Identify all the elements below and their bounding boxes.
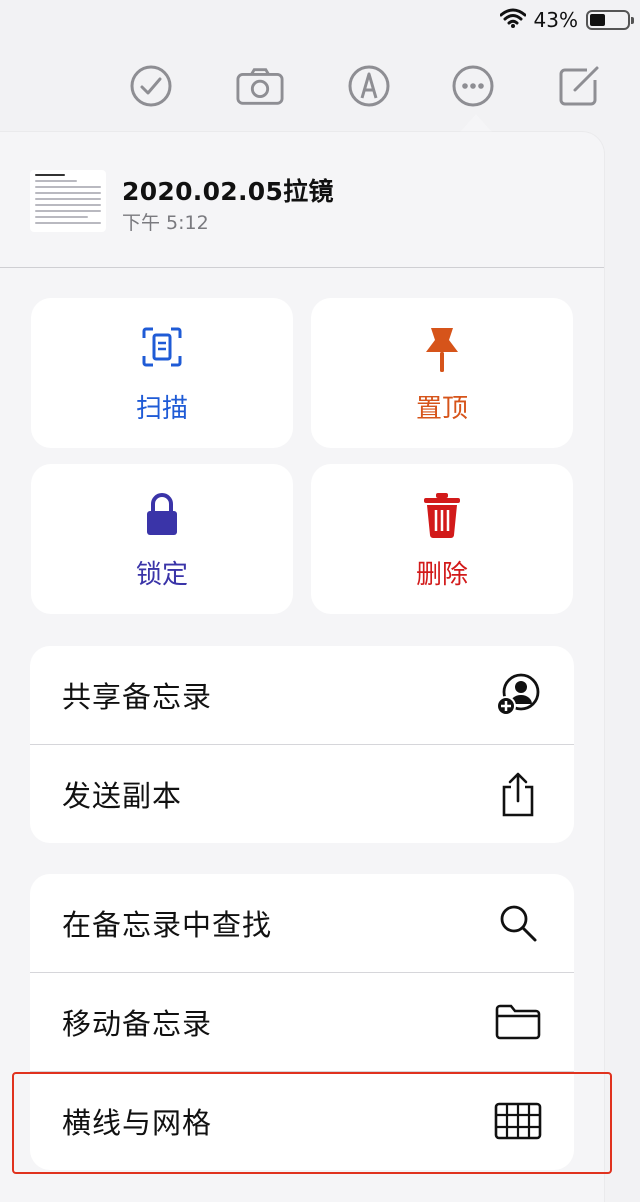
send-copy-label: 发送副本 — [62, 779, 183, 813]
battery-icon — [586, 10, 634, 30]
lock-icon — [147, 493, 177, 535]
camera-icon[interactable] — [236, 62, 284, 110]
popover-arrow — [460, 114, 492, 132]
share-icon — [494, 770, 542, 818]
move-note-item[interactable]: 移动备忘录 — [30, 972, 574, 1071]
share-person-icon — [494, 671, 542, 719]
find-in-note-item[interactable]: 在备忘录中查找 — [30, 874, 574, 972]
send-copy-item[interactable]: 发送副本 — [30, 744, 574, 843]
note-title: 2020.02.05拉镜 — [122, 177, 334, 206]
battery-percent: 43% — [533, 8, 578, 32]
status-bar: 43% — [499, 6, 634, 34]
lock-button[interactable]: 锁定 — [31, 464, 293, 614]
find-in-note-label: 在备忘录中查找 — [62, 908, 273, 942]
scan-button[interactable]: 扫描 — [31, 298, 293, 448]
folder-icon — [494, 998, 542, 1046]
menu-group-sharing: 共享备忘录 发送副本 — [30, 646, 574, 843]
note-header[interactable]: 2020.02.05拉镜 下午 5:12 — [0, 132, 604, 268]
pin-button[interactable]: 置顶 — [311, 298, 573, 448]
search-icon — [494, 899, 542, 947]
delete-label: 删除 — [415, 560, 468, 590]
note-time: 下午 5:12 — [122, 212, 209, 234]
trash-icon — [424, 493, 460, 538]
wifi-icon — [499, 8, 527, 32]
scan-label: 扫描 — [135, 394, 188, 424]
share-note-label: 共享备忘录 — [62, 680, 213, 714]
more-icon[interactable] — [449, 62, 497, 110]
note-thumbnail — [30, 170, 106, 232]
delete-button[interactable]: 删除 — [311, 464, 573, 614]
pin-label: 置顶 — [415, 394, 468, 424]
highlight-box — [12, 1072, 612, 1174]
move-note-label: 移动备忘录 — [62, 1007, 213, 1041]
battery-fill — [590, 14, 605, 26]
pin-icon — [426, 328, 458, 372]
checklist-icon[interactable] — [127, 62, 175, 110]
share-note-item[interactable]: 共享备忘录 — [30, 646, 574, 744]
compose-icon[interactable] — [555, 62, 603, 110]
markup-icon[interactable] — [345, 62, 393, 110]
actions-popover: 2020.02.05拉镜 下午 5:12 扫描 置顶 锁定 删除 共享备忘录 发… — [0, 132, 604, 1202]
lock-label: 锁定 — [135, 560, 188, 590]
scan-icon — [142, 327, 182, 367]
